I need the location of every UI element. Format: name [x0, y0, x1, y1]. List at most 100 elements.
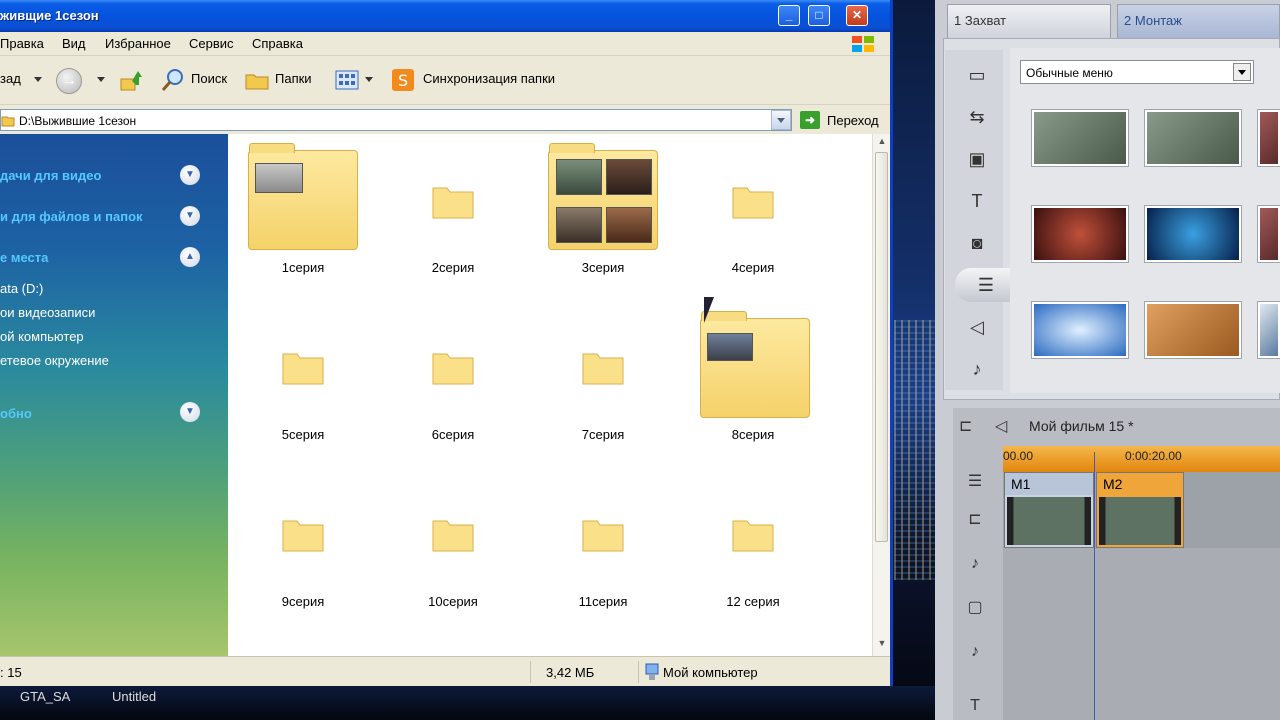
minimize-button[interactable]: _ — [778, 5, 800, 26]
folders-button[interactable]: Папки — [275, 71, 312, 86]
vertical-scrollbar[interactable]: ▲ ▼ — [872, 134, 890, 656]
link-network[interactable]: етевое окружение — [0, 353, 109, 368]
explorer-window: живщие 1сезон _ □ ✕ Правка Вид Избранное… — [0, 0, 893, 686]
folder-item[interactable]: 10серия — [378, 473, 528, 633]
folder-item[interactable]: 8серия — [678, 306, 828, 466]
folder-item[interactable]: 7серия — [528, 306, 678, 466]
maximize-button[interactable]: □ — [808, 5, 830, 26]
timeline-clip[interactable]: M2 — [1096, 472, 1184, 548]
folder-item[interactable]: 11серия — [528, 473, 678, 633]
timeline-ruler[interactable]: 00.00 0:00:20.00 — [1003, 446, 1280, 472]
link-data-drive[interactable]: ata (D:) — [0, 281, 43, 296]
sync-folder-button[interactable]: Синхронизация папки — [423, 71, 555, 86]
folder-item[interactable]: 4серия — [678, 140, 828, 300]
address-field[interactable]: D:\Выжившие 1сезон — [0, 109, 792, 131]
menu-template-thumbnail[interactable] — [1031, 109, 1129, 167]
expand-icon[interactable]: ▲ — [180, 247, 200, 267]
close-button[interactable]: ✕ — [846, 5, 868, 26]
taskpane-details-header[interactable]: обно — [0, 406, 32, 421]
link-my-computer[interactable]: ой компьютер — [0, 329, 84, 344]
folder-icon — [732, 520, 774, 552]
menu-tools[interactable]: Сервис — [189, 36, 234, 51]
menu-edit[interactable]: Правка — [0, 36, 44, 51]
chevron-down-icon[interactable] — [1233, 63, 1251, 81]
music-icon[interactable]: ♪ — [955, 352, 999, 386]
video-track-icon[interactable]: ⊏ — [955, 502, 995, 538]
tab-capture[interactable]: 1 Захват — [947, 4, 1111, 38]
views-icon[interactable] — [334, 67, 360, 93]
folder-item[interactable]: 6серия — [378, 306, 528, 466]
taskpane-other-places-header[interactable]: е места — [0, 250, 48, 265]
menu-template-thumbnail[interactable] — [1031, 301, 1129, 359]
views-dropdown-icon[interactable] — [365, 77, 373, 82]
collapse-icon[interactable]: ▼ — [180, 402, 200, 422]
collapse-icon[interactable]: ▼ — [180, 206, 200, 226]
camera-icon[interactable]: ⊏ — [959, 416, 972, 436]
menu-template-thumbnail[interactable] — [1031, 205, 1129, 263]
audio-track-icon[interactable]: ♪ — [955, 546, 995, 582]
status-location: Мой компьютер — [663, 665, 758, 680]
windows-logo-icon — [852, 36, 874, 52]
link-my-videos[interactable]: ои видеозаписи — [0, 305, 95, 320]
video-camera-icon[interactable]: ▭ — [955, 58, 999, 92]
title-icon[interactable]: T — [955, 184, 999, 218]
photo-icon[interactable]: ▣ — [955, 142, 999, 176]
menu-favorites[interactable]: Избранное — [105, 36, 171, 51]
title-bar[interactable]: живщие 1сезон _ □ ✕ — [0, 0, 890, 32]
frame-grab-icon[interactable]: ◙ — [955, 226, 999, 260]
address-dropdown-button[interactable] — [771, 110, 791, 130]
tab-edit[interactable]: 2 Монтаж — [1117, 4, 1280, 38]
folder-item[interactable]: 3серия — [528, 140, 678, 300]
folders-icon[interactable] — [244, 67, 270, 93]
folder-item[interactable]: 2серия — [378, 140, 528, 300]
menu-track-icon[interactable]: ▢ — [955, 590, 995, 626]
folder-thumbnail-icon — [548, 143, 658, 250]
search-icon[interactable] — [160, 67, 186, 93]
menu-template-thumbnail[interactable] — [1257, 205, 1280, 263]
menu-view[interactable]: Вид — [62, 36, 86, 51]
scroll-up-icon[interactable]: ▲ — [873, 136, 891, 152]
playhead[interactable] — [1094, 452, 1095, 720]
timeline-lower-tracks — [1003, 548, 1280, 720]
menu-template-thumbnail[interactable] — [1144, 301, 1242, 359]
go-button[interactable]: ➜ Переход — [800, 110, 886, 131]
speaker-icon[interactable]: ◁ — [995, 416, 1007, 436]
menu-help[interactable]: Справка — [252, 36, 303, 51]
collapse-icon[interactable]: ▼ — [180, 165, 200, 185]
transitions-icon[interactable]: ⇆ — [955, 100, 999, 134]
timeline-clip[interactable]: M1 — [1004, 472, 1094, 548]
scroll-thumb[interactable] — [875, 152, 888, 542]
menu-type-select[interactable]: Обычные меню — [1020, 60, 1254, 84]
back-button[interactable]: зад — [0, 71, 21, 86]
menu-template-thumbnail[interactable] — [1257, 109, 1280, 167]
list-view-icon[interactable]: ☰ — [955, 464, 995, 500]
folder-item[interactable]: 1серия — [228, 140, 378, 300]
menu-template-thumbnail[interactable] — [1144, 109, 1242, 167]
title-track-icon[interactable]: T — [955, 688, 995, 720]
toolbar: зад → Поиск Папки S Синхронизация папки — [0, 57, 890, 105]
music-track-icon[interactable]: ♪ — [955, 634, 995, 670]
back-dropdown-icon[interactable] — [34, 77, 42, 82]
address-path: D:\Выжившие 1сезон — [19, 114, 137, 128]
scroll-down-icon[interactable]: ▼ — [873, 638, 891, 654]
sync-icon[interactable]: S — [390, 67, 416, 93]
folder-icon — [432, 353, 474, 385]
forward-dropdown-icon[interactable] — [97, 77, 105, 82]
folder-item[interactable]: 5серия — [228, 306, 378, 466]
sound-effects-icon[interactable]: ◁ — [955, 310, 999, 344]
taskpane-file-tasks-header[interactable]: и для файлов и папок — [0, 209, 143, 224]
disc-menu-icon[interactable]: ☰ — [955, 268, 1017, 302]
menu-template-thumbnail[interactable] — [1144, 205, 1242, 263]
folder-item[interactable]: 9серия — [228, 473, 378, 633]
folder-thumbnail-icon — [248, 143, 358, 250]
search-button[interactable]: Поиск — [191, 71, 227, 86]
folder-icon — [732, 187, 774, 219]
taskpane-video-tasks-header[interactable]: дачи для видео — [0, 168, 101, 183]
taskbar-item-gta-sa[interactable]: GTA_SA — [20, 689, 70, 704]
menu-template-thumbnail[interactable] — [1257, 301, 1280, 359]
up-folder-icon[interactable] — [118, 67, 144, 93]
taskbar-item-untitled[interactable]: Untitled — [112, 689, 156, 704]
folder-item[interactable]: 12 серия — [678, 473, 828, 633]
status-object-count: : 15 — [0, 665, 22, 680]
forward-button[interactable]: → — [56, 68, 82, 94]
